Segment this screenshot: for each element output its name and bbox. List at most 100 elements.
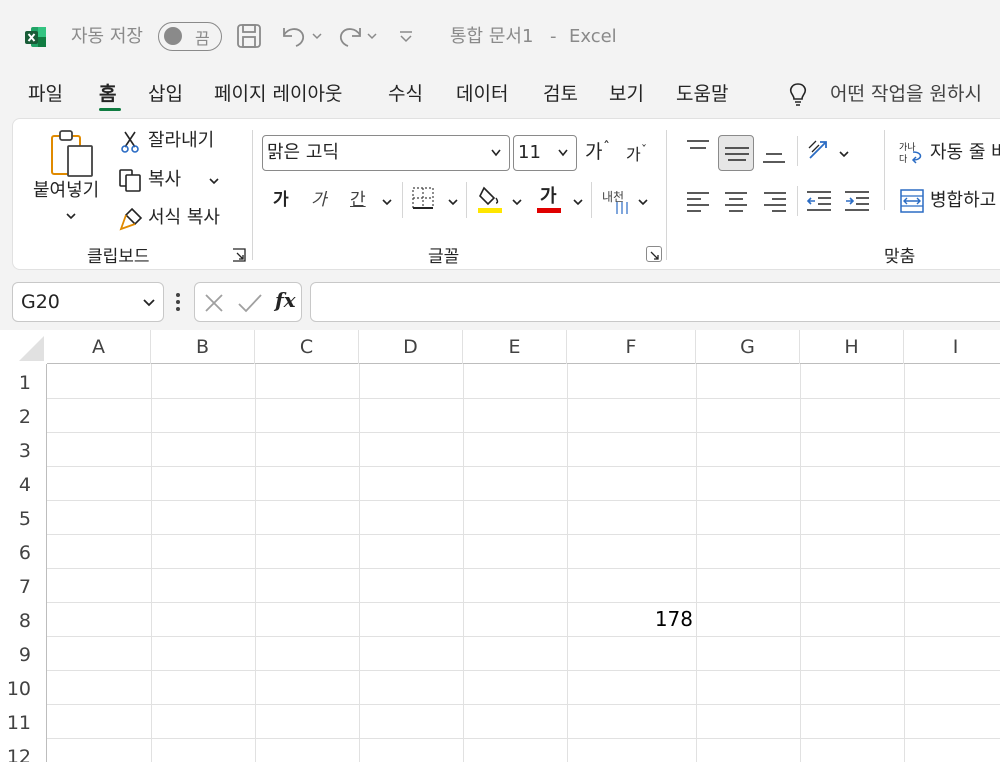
ribbon-separator bbox=[252, 130, 253, 260]
font-size-select[interactable]: 11 bbox=[513, 135, 577, 171]
column-header-f[interactable]: F bbox=[567, 330, 696, 364]
name-box-value: G20 bbox=[21, 291, 60, 313]
row-header-4[interactable]: 4 bbox=[0, 468, 47, 502]
column-header-h[interactable]: H bbox=[800, 330, 904, 364]
insert-function-button[interactable]: fx bbox=[275, 288, 296, 312]
row-header-11[interactable]: 11 bbox=[0, 706, 47, 740]
font-color-dropdown-icon[interactable] bbox=[571, 194, 585, 213]
align-bottom-icon[interactable] bbox=[762, 146, 786, 170]
align-left-icon[interactable] bbox=[686, 190, 710, 216]
fill-color-icon[interactable] bbox=[476, 184, 504, 218]
align-center-icon[interactable] bbox=[724, 190, 748, 216]
wrap-text-icon[interactable]: 가나 다 bbox=[899, 140, 925, 170]
tab-insert[interactable]: 삽입 bbox=[148, 82, 183, 106]
align-middle-icon bbox=[725, 147, 749, 161]
underline-button[interactable]: 간 bbox=[350, 189, 366, 211]
row-header-8[interactable]: 8 bbox=[0, 604, 47, 638]
borders-icon[interactable] bbox=[411, 186, 435, 216]
format-painter-button[interactable]: 서식 복사 bbox=[148, 207, 220, 229]
paste-dropdown-icon[interactable] bbox=[64, 208, 78, 227]
row-header-7[interactable]: 7 bbox=[0, 570, 47, 604]
tab-file[interactable]: 파일 bbox=[28, 82, 63, 106]
row-header-1[interactable]: 1 bbox=[0, 366, 47, 400]
cancel-icon[interactable] bbox=[203, 292, 225, 318]
wrap-text-button[interactable]: 자동 줄 바 bbox=[930, 142, 1000, 164]
alignment-group-label: 맞춤 bbox=[884, 247, 916, 267]
tab-formulas[interactable]: 수식 bbox=[388, 82, 423, 106]
column-header-g[interactable]: G bbox=[696, 330, 800, 364]
grow-font-button[interactable]: 가 bbox=[585, 141, 602, 163]
more-options-icon[interactable] bbox=[174, 291, 182, 317]
copy-button[interactable]: 복사 bbox=[148, 169, 181, 191]
borders-dropdown-icon[interactable] bbox=[446, 194, 460, 213]
phonetic-dropdown-icon[interactable] bbox=[636, 194, 650, 213]
cut-button[interactable]: 잘라내기 bbox=[148, 130, 214, 152]
tab-data[interactable]: 데이터 bbox=[456, 82, 508, 106]
chevron-down-icon bbox=[141, 295, 157, 315]
shrink-font-button[interactable]: 가 bbox=[626, 144, 641, 166]
row-header-3[interactable]: 3 bbox=[0, 434, 47, 468]
row-header-10[interactable]: 10 bbox=[0, 672, 47, 706]
clipboard-group-label: 클립보드 bbox=[87, 247, 150, 267]
merge-center-icon[interactable] bbox=[899, 188, 925, 218]
bold-button[interactable]: 가 bbox=[273, 189, 289, 211]
orientation-dropdown-icon[interactable] bbox=[837, 146, 851, 165]
align-right-icon[interactable] bbox=[763, 190, 787, 216]
row-header-5[interactable]: 5 bbox=[0, 502, 47, 536]
paste-button[interactable]: 붙여넣기 bbox=[33, 180, 99, 202]
enter-check-icon[interactable] bbox=[237, 292, 263, 318]
italic-button[interactable]: 가 bbox=[311, 189, 327, 211]
tab-help[interactable]: 도움말 bbox=[676, 82, 728, 106]
cell-f8[interactable]: 178 bbox=[567, 607, 693, 631]
row-header-9[interactable]: 9 bbox=[0, 638, 47, 672]
column-header-a[interactable]: A bbox=[47, 330, 151, 364]
clipboard-dialog-launcher-icon[interactable] bbox=[232, 247, 248, 263]
tell-me-search[interactable]: 어떤 작업을 원하시 bbox=[830, 82, 982, 106]
align-middle-button[interactable] bbox=[718, 135, 754, 171]
row-header-12[interactable]: 12 bbox=[0, 740, 47, 762]
save-icon[interactable] bbox=[236, 22, 262, 50]
redo-icon[interactable] bbox=[336, 22, 382, 50]
tab-page-layout[interactable]: 페이지 레이아웃 bbox=[214, 82, 342, 106]
ribbon-separator bbox=[591, 182, 592, 218]
font-name-value: 맑은 고딕 bbox=[267, 142, 339, 163]
gridline bbox=[255, 364, 256, 762]
font-name-select[interactable]: 맑은 고딕 bbox=[262, 135, 510, 171]
increase-indent-icon[interactable] bbox=[844, 190, 870, 216]
tab-review[interactable]: 검토 bbox=[543, 82, 578, 106]
undo-icon[interactable] bbox=[278, 22, 324, 50]
select-all-button[interactable] bbox=[0, 330, 47, 364]
gridline bbox=[47, 738, 1000, 739]
autosave-toggle[interactable]: 끔 bbox=[158, 22, 222, 51]
decrease-indent-icon[interactable] bbox=[806, 190, 832, 216]
copy-icon bbox=[118, 168, 144, 196]
name-box[interactable]: G20 bbox=[12, 282, 164, 322]
column-header-d[interactable]: D bbox=[359, 330, 463, 364]
column-header-e[interactable]: E bbox=[463, 330, 567, 364]
fill-color-dropdown-icon[interactable] bbox=[510, 194, 524, 213]
font-dialog-launcher-icon[interactable] bbox=[646, 246, 662, 262]
orientation-icon[interactable] bbox=[806, 138, 834, 170]
copy-dropdown-icon[interactable] bbox=[207, 173, 221, 192]
chevron-down-icon bbox=[556, 136, 570, 183]
worksheet-grid[interactable] bbox=[0, 330, 1000, 762]
column-header-b[interactable]: B bbox=[151, 330, 255, 364]
column-header-c[interactable]: C bbox=[255, 330, 359, 364]
caret-down-icon: ˇ bbox=[641, 143, 647, 157]
formula-input[interactable] bbox=[310, 282, 1000, 322]
format-painter-icon bbox=[118, 206, 144, 236]
underline-dropdown-icon[interactable] bbox=[380, 194, 394, 213]
align-top-icon[interactable] bbox=[686, 138, 710, 162]
gridline bbox=[47, 568, 1000, 569]
row-header-2[interactable]: 2 bbox=[0, 400, 47, 434]
tab-home[interactable]: 홈 bbox=[99, 82, 116, 106]
column-header-i[interactable]: I bbox=[904, 330, 1000, 364]
customize-toolbar-icon[interactable] bbox=[397, 22, 415, 50]
tab-view[interactable]: 보기 bbox=[609, 82, 644, 106]
ribbon-separator bbox=[402, 182, 403, 218]
merge-center-button[interactable]: 병합하고 bbox=[930, 190, 996, 212]
paste-icon[interactable] bbox=[48, 128, 94, 182]
row-header-6[interactable]: 6 bbox=[0, 536, 47, 570]
font-color-button[interactable]: 가 bbox=[540, 186, 557, 208]
lightbulb-icon[interactable] bbox=[788, 82, 808, 112]
